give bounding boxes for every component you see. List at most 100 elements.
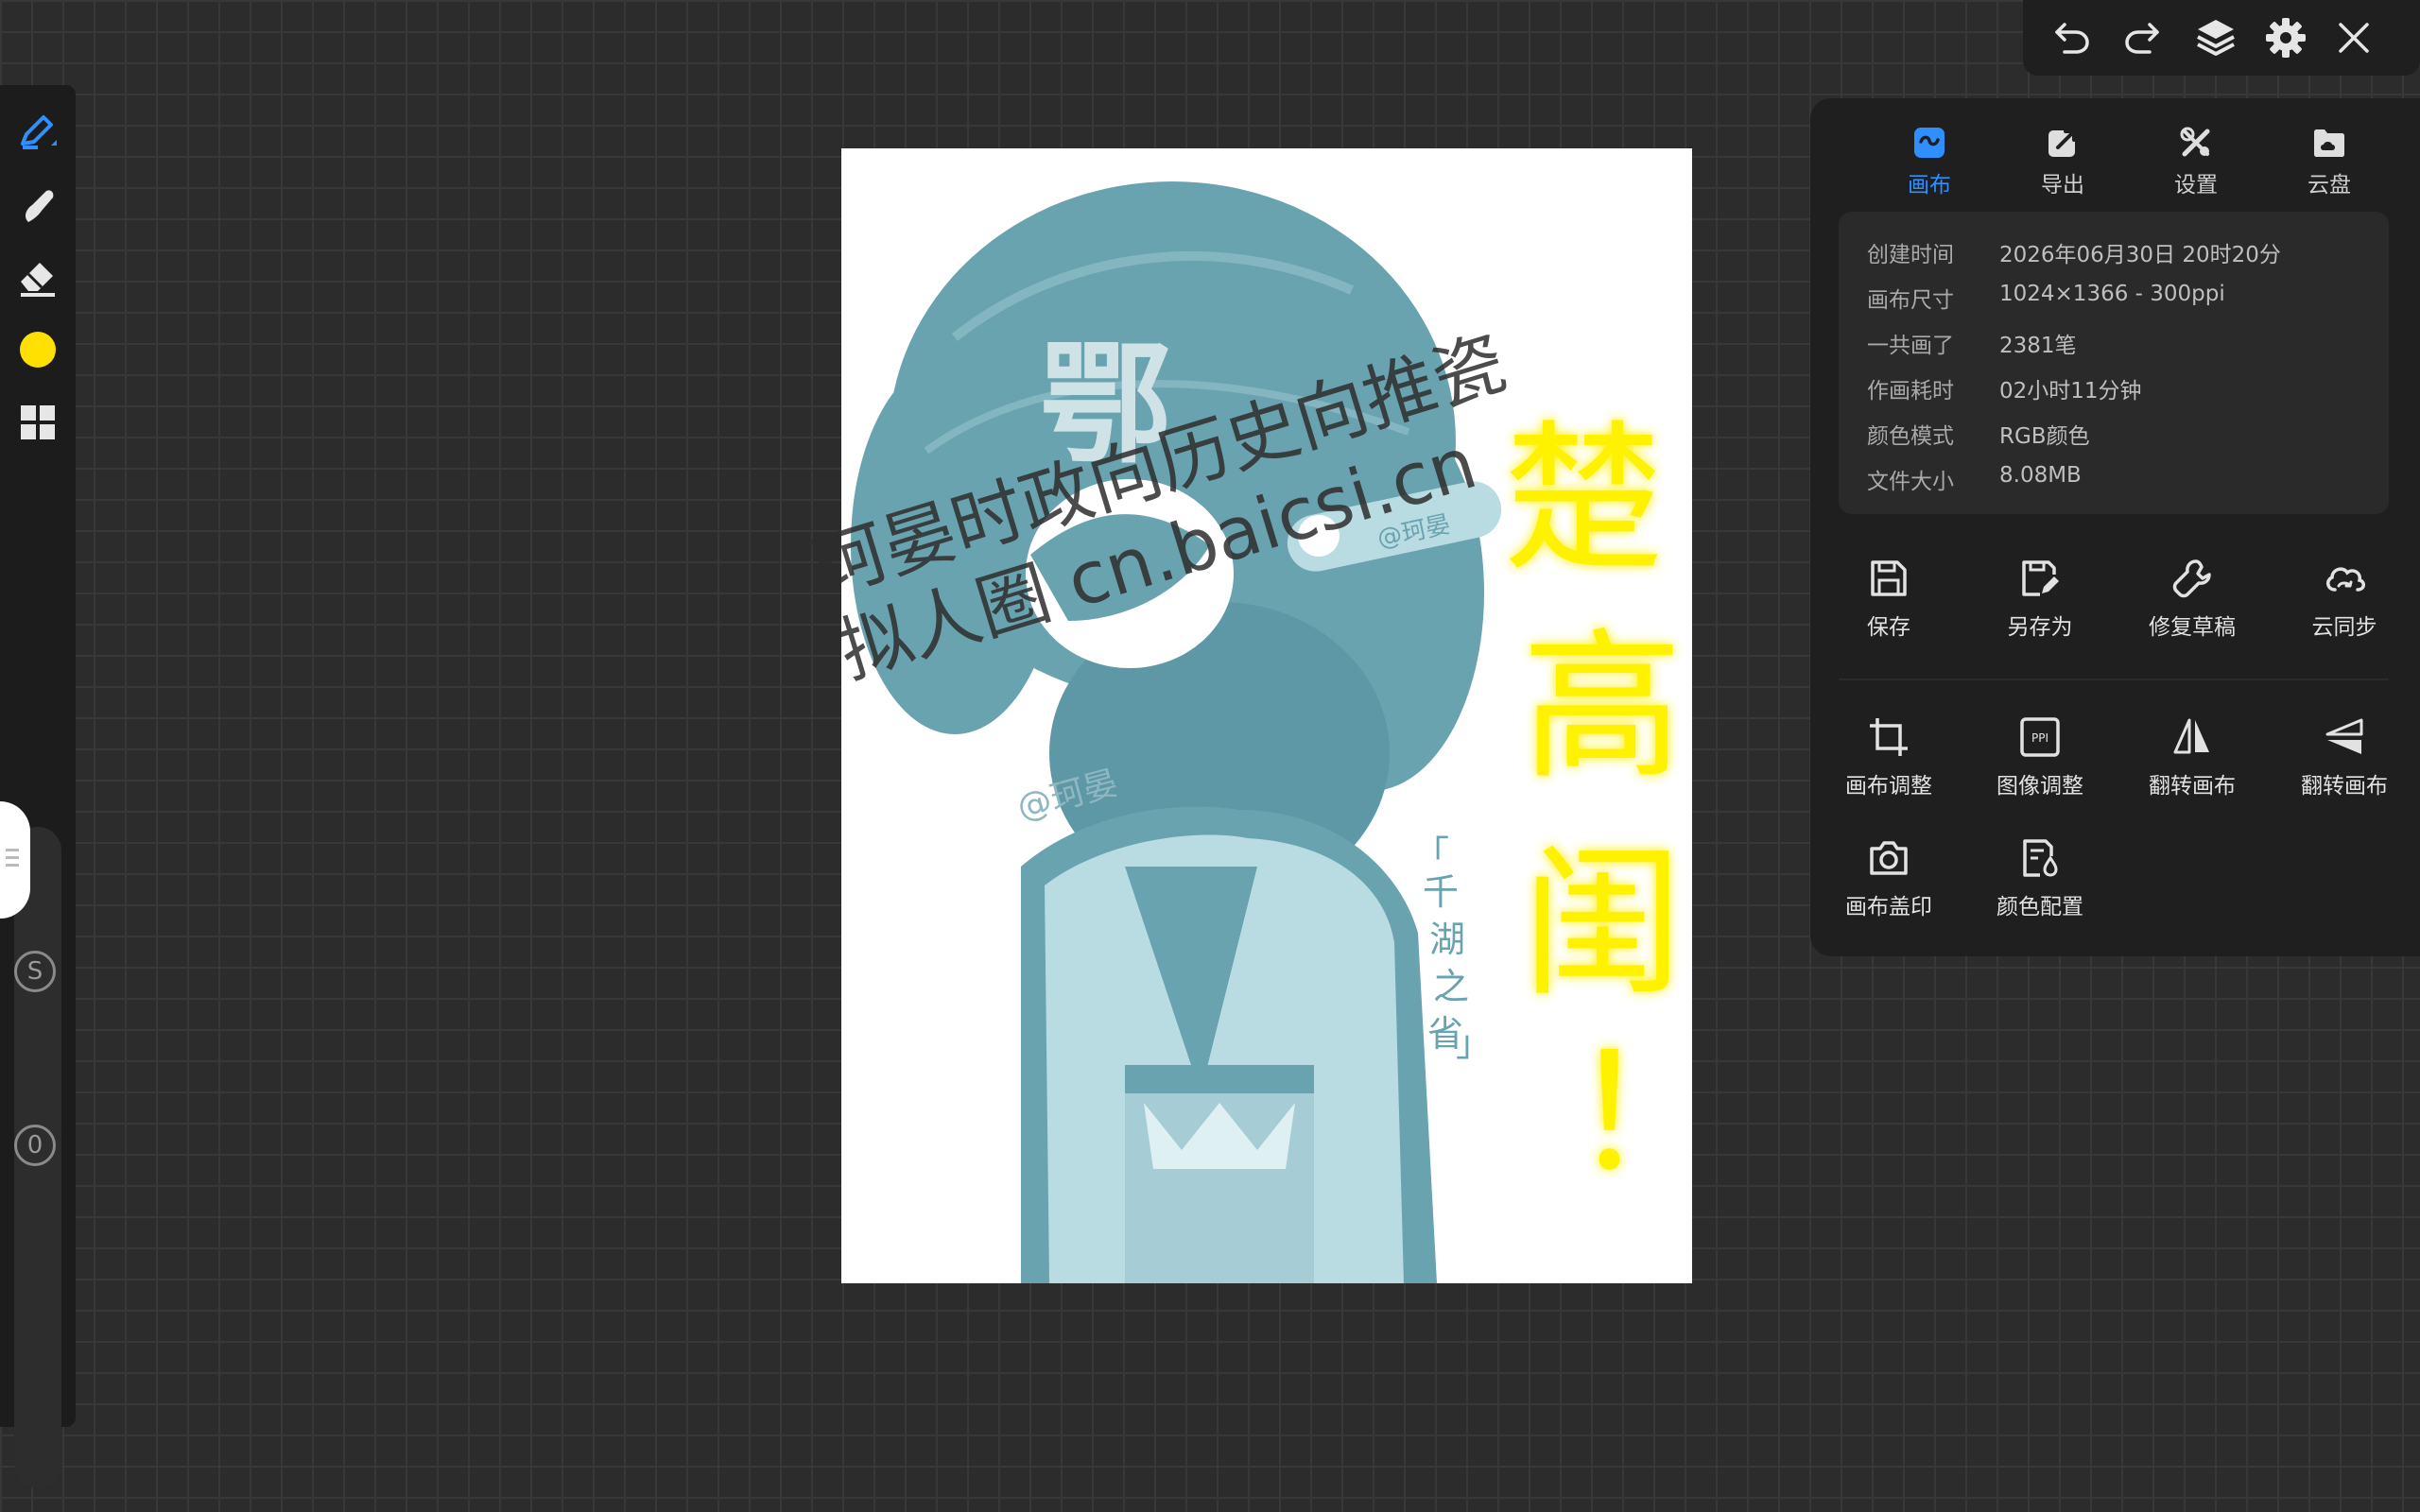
redo-button[interactable] xyxy=(2114,9,2170,66)
layers-button[interactable] xyxy=(2187,9,2244,66)
save-icon xyxy=(1871,560,1907,596)
info-key: 文件大小 xyxy=(1867,470,1954,494)
repair-draft-label: 修复草稿 xyxy=(2149,615,2236,640)
brush-size-knob[interactable]: S xyxy=(14,951,56,992)
flip-horizontal-icon xyxy=(2173,718,2209,754)
info-key: 颜色模式 xyxy=(1867,424,1954,449)
flip-vertical-icon xyxy=(2325,718,2363,754)
svg-text:PPI: PPI xyxy=(2031,731,2048,745)
image-adjust-label: 图像调整 xyxy=(1996,774,2083,799)
info-value: 8.08MB xyxy=(1999,463,2082,488)
save-button[interactable]: 保存 xyxy=(1818,552,1960,656)
tab-cloud-drive[interactable]: 云盘 xyxy=(2263,117,2395,212)
save-label: 保存 xyxy=(1867,615,1910,640)
tab-label: 设置 xyxy=(2174,173,2218,198)
info-key: 画布尺寸 xyxy=(1867,288,1954,313)
repair-draft-button[interactable]: 修复草稿 xyxy=(2121,552,2263,656)
tab-settings[interactable]: 设置 xyxy=(2130,117,2262,212)
info-key: 作画耗时 xyxy=(1867,379,1954,404)
grid-icon xyxy=(21,405,55,439)
info-value: 2381笔 xyxy=(1999,334,2077,358)
tab-canvas[interactable]: 画布 xyxy=(1863,117,1996,212)
redo-icon xyxy=(2125,23,2159,54)
canvas-panel: 画布 导出 设置 云盘 创建时间 2026年06月30日 20时20分 画布尺寸… xyxy=(1810,98,2420,956)
gear-icon xyxy=(2266,18,2306,58)
close-icon xyxy=(2339,23,2369,53)
undo-button[interactable] xyxy=(2044,9,2100,66)
wrench-icon xyxy=(2172,559,2211,598)
svg-text:千: 千 xyxy=(1423,871,1459,913)
info-color-mode: 颜色模式 RGB颜色 xyxy=(1867,418,2090,455)
undo-icon xyxy=(2055,23,2089,54)
color-config-label: 颜色配置 xyxy=(1996,895,2083,919)
svg-text:「: 「 xyxy=(1413,833,1449,875)
settings-button[interactable] xyxy=(2257,9,2314,66)
opacity-knob[interactable]: 0 xyxy=(14,1125,56,1166)
pen-icon xyxy=(21,115,57,149)
tab-export[interactable]: 导出 xyxy=(1996,117,2129,212)
info-file-size: 文件大小 8.08MB xyxy=(1867,463,2082,501)
opacity-slider[interactable] xyxy=(14,1110,61,1488)
drawing-canvas[interactable]: @珂晏 鄂 @珂晏 「 千 湖 之 省 」 楚 高 闺 ！ xyxy=(841,148,1692,1283)
canvas-icon xyxy=(1914,128,1945,158)
color-config-button[interactable]: 颜色配置 xyxy=(1969,832,2111,936)
actions-divider xyxy=(1839,679,2389,680)
info-key: 一共画了 xyxy=(1867,334,1954,358)
color-config-icon xyxy=(2023,839,2058,877)
info-duration: 作画耗时 02小时11分钟 xyxy=(1867,372,2142,410)
eraser-icon xyxy=(21,263,55,297)
flip-vertical-label: 翻转画布 xyxy=(2301,774,2388,799)
canvas-stamp-label: 画布盖印 xyxy=(1845,895,1932,919)
tools-icon xyxy=(2180,127,2210,157)
cloud-sync-label: 云同步 xyxy=(2311,615,2377,640)
smudge-tool-button[interactable] xyxy=(0,177,76,233)
yellow-text: 楚 高 闺 ！ xyxy=(1503,406,1692,1208)
pen-tool-button[interactable] xyxy=(0,104,76,161)
close-button[interactable] xyxy=(2325,9,2382,66)
info-key: 创建时间 xyxy=(1867,243,1954,267)
ppi-icon: PPI xyxy=(2020,717,2060,757)
cloud-sync-icon xyxy=(2326,567,2365,592)
smudge-icon xyxy=(26,190,54,222)
layers-icon xyxy=(2197,20,2235,56)
info-created: 创建时间 2026年06月30日 20时20分 xyxy=(1867,236,2281,274)
save-as-label: 另存为 xyxy=(2007,615,2073,640)
flip-vertical-button[interactable]: 翻转画布 xyxy=(2273,711,2415,815)
canvas-adjust-label: 画布调整 xyxy=(1845,774,1932,799)
flip-horizontal-button[interactable]: 翻转画布 xyxy=(2121,711,2263,815)
color-swatch-button[interactable] xyxy=(0,321,76,378)
svg-text:！: ！ xyxy=(1569,1021,1692,1208)
svg-text:」: 」 xyxy=(1456,1022,1492,1064)
canvas-stamp-button[interactable]: 画布盖印 xyxy=(1818,832,1960,936)
eraser-tool-button[interactable] xyxy=(0,249,76,306)
hair-character: 鄂 xyxy=(1040,329,1172,483)
info-value: 2026年06月30日 20时20分 xyxy=(1999,243,2281,267)
export-icon xyxy=(2048,129,2076,157)
gallery-button[interactable] xyxy=(0,394,76,451)
info-value: RGB颜色 xyxy=(1999,424,2090,449)
svg-text:之: 之 xyxy=(1433,966,1469,1007)
cloud-drive-icon xyxy=(2314,129,2344,157)
info-value: 02小时11分钟 xyxy=(1999,379,2142,404)
canvas-adjust-button[interactable]: 画布调整 xyxy=(1818,711,1960,815)
info-size: 画布尺寸 1024×1366 - 300ppi xyxy=(1867,282,2225,319)
svg-text:闺: 闺 xyxy=(1522,832,1683,1019)
info-strokes: 一共画了 2381笔 xyxy=(1867,327,2077,365)
save-as-button[interactable]: 另存为 xyxy=(1969,552,2111,656)
crop-icon xyxy=(1870,718,1908,756)
artwork: @珂晏 鄂 @珂晏 「 千 湖 之 省 」 楚 高 闺 ！ xyxy=(851,181,1692,1283)
tab-label: 导出 xyxy=(2041,173,2084,198)
left-panel-handle[interactable] xyxy=(0,801,30,919)
svg-text:楚: 楚 xyxy=(1503,406,1664,593)
image-adjust-button[interactable]: PPI 图像调整 xyxy=(1969,711,2111,815)
info-value: 1024×1366 - 300ppi xyxy=(1999,282,2225,306)
tab-label: 画布 xyxy=(1908,173,1951,198)
top-toolbar xyxy=(2023,0,2420,76)
canvas-info: 创建时间 2026年06月30日 20时20分 画布尺寸 1024×1366 -… xyxy=(1839,212,2389,514)
color-swatch xyxy=(20,332,56,368)
camera-stamp-icon xyxy=(1870,841,1908,875)
cloud-sync-button[interactable]: 云同步 xyxy=(2273,552,2415,656)
flip-horizontal-label: 翻转画布 xyxy=(2149,774,2236,799)
left-toolbar: S 0 xyxy=(0,85,76,1488)
svg-text:湖: 湖 xyxy=(1429,919,1465,960)
